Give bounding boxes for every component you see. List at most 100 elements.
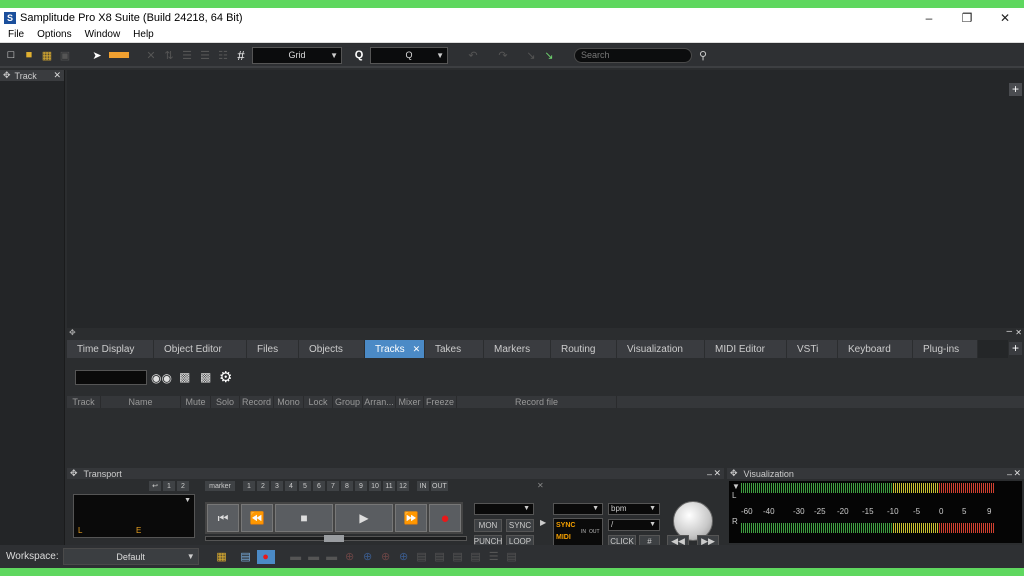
marker-4[interactable]: 4 xyxy=(285,481,297,491)
list-icon[interactable]: ☰ xyxy=(180,48,194,62)
add-track-button[interactable]: + xyxy=(1009,83,1022,96)
col-name[interactable]: Name xyxy=(101,396,181,408)
close-icon[interactable]: ✕ xyxy=(537,481,544,490)
tab-visualization[interactable]: Visualization xyxy=(617,340,704,358)
rewind-button[interactable]: ⏪ xyxy=(241,504,273,532)
undo-group-icon[interactable]: ↩ xyxy=(149,481,161,491)
save-icon[interactable]: ▣ xyxy=(58,48,72,62)
col-track[interactable]: Track xyxy=(67,396,101,408)
tab-plug-ins[interactable]: Plug-ins xyxy=(913,340,977,358)
marker-11[interactable]: 11 xyxy=(383,481,395,491)
track-filter-input[interactable] xyxy=(75,370,147,385)
split-icon[interactable]: ⇅ xyxy=(162,48,176,62)
quantize-icon[interactable]: Q xyxy=(352,48,366,62)
view-tool-1-icon[interactable]: ▬ xyxy=(289,550,303,564)
stop-button[interactable]: ■ xyxy=(275,504,333,532)
gear-icon[interactable]: ⚙ xyxy=(219,368,232,386)
tracks-view-icon[interactable]: ▤ xyxy=(239,550,253,564)
open-folder-icon[interactable]: ■ xyxy=(22,48,36,62)
marker-6[interactable]: 6 xyxy=(313,481,325,491)
search-input[interactable]: Search xyxy=(574,47,692,63)
sync-button[interactable]: SYNC xyxy=(506,519,534,532)
add-tab-button[interactable]: + xyxy=(1009,342,1022,355)
marker-10[interactable]: 10 xyxy=(369,481,381,491)
restore-button[interactable]: ❐ xyxy=(948,8,986,27)
view-tool-3-icon[interactable]: ▬ xyxy=(325,550,339,564)
quantize-dropdown[interactable]: Q ▼ xyxy=(370,46,448,64)
col-lock[interactable]: Lock xyxy=(304,396,333,408)
tab-files[interactable]: Files xyxy=(247,340,298,358)
marker-5[interactable]: 5 xyxy=(299,481,311,491)
view-tool-10-icon[interactable]: ▤ xyxy=(451,550,465,564)
workspace-dropdown[interactable]: Default ▼ xyxy=(62,548,199,565)
lcd-dropdown-icon[interactable]: ▼ xyxy=(184,497,191,504)
tab-vsti[interactable]: VSTi xyxy=(787,340,837,358)
view-tool-11-icon[interactable]: ▤ xyxy=(469,550,483,564)
minimize-panel-icon[interactable]: – xyxy=(707,469,712,479)
tab-time-display[interactable]: Time Display xyxy=(67,340,153,358)
mode-dropdown[interactable]: ▼ xyxy=(474,503,534,515)
track-export-icon[interactable]: ▩ xyxy=(179,370,190,384)
in-button[interactable]: IN xyxy=(417,481,429,491)
tab-markers[interactable]: Markers xyxy=(484,340,550,358)
group-button-2[interactable]: 2 xyxy=(177,481,189,491)
close-icon[interactable]: ✕ xyxy=(1013,468,1021,479)
view-tool-6-icon[interactable]: ⊕ xyxy=(379,550,393,564)
auto-snap-icon[interactable]: ↘ xyxy=(542,48,556,62)
close-icon[interactable]: ✕ xyxy=(713,468,721,479)
col-record[interactable]: Record xyxy=(240,396,274,408)
drag-handle-icon[interactable]: ✥ xyxy=(70,468,78,479)
binoculars-icon[interactable]: ◉◉ xyxy=(151,371,172,385)
menu-window[interactable]: Window xyxy=(77,29,126,40)
snap-icon[interactable]: ↘ xyxy=(524,48,538,62)
align-icon[interactable]: ☰ xyxy=(198,48,212,62)
out-button[interactable]: OUT xyxy=(431,481,448,491)
drag-handle-icon[interactable]: ✥ xyxy=(3,70,11,81)
col-mute[interactable]: Mute xyxy=(181,396,211,408)
minimize-panel-icon[interactable]: – xyxy=(1006,326,1012,337)
track-import-icon[interactable]: ▩ xyxy=(200,370,211,384)
col-record-file[interactable]: Record file xyxy=(457,396,617,408)
marker-1[interactable]: 1 xyxy=(243,481,255,491)
marker-2[interactable]: 2 xyxy=(257,481,269,491)
close-icon[interactable]: ✕ xyxy=(53,70,61,81)
minimize-panel-icon[interactable]: – xyxy=(1007,469,1012,479)
drag-handle-icon[interactable]: ✥ xyxy=(69,328,76,337)
record-button[interactable]: ● xyxy=(429,504,461,532)
view-tool-8-icon[interactable]: ▤ xyxy=(415,550,429,564)
undo-icon[interactable]: ↶ xyxy=(466,48,480,62)
menu-help[interactable]: Help xyxy=(125,29,159,40)
view-tool-12-icon[interactable]: ☰ xyxy=(487,550,501,564)
menu-file[interactable]: File xyxy=(0,29,29,40)
close-button[interactable]: ✕ xyxy=(986,8,1024,27)
col-freeze[interactable]: Freeze xyxy=(424,396,457,408)
marker-8[interactable]: 8 xyxy=(341,481,353,491)
record-view-icon[interactable]: ● xyxy=(256,549,275,564)
marker-button[interactable]: marker xyxy=(205,481,235,491)
tab-tracks[interactable]: Tracks ✕ xyxy=(365,340,424,358)
cut-icon[interactable]: ✕ xyxy=(144,48,158,62)
col-mono[interactable]: Mono xyxy=(274,396,304,408)
col-arrange[interactable]: Arran... xyxy=(363,396,396,408)
col-group[interactable]: Group xyxy=(333,396,363,408)
col-solo[interactable]: Solo xyxy=(211,396,240,408)
grid-dropdown[interactable]: Grid ▼ xyxy=(252,46,342,64)
close-tab-icon[interactable]: ✕ xyxy=(413,344,421,355)
time-display-lcd[interactable]: ▼ L E xyxy=(73,494,195,538)
search-icon[interactable]: ⚲ xyxy=(696,48,710,62)
time-signature-dropdown[interactable]: / ▼ xyxy=(608,519,660,531)
col-mixer[interactable]: Mixer xyxy=(396,396,424,408)
view-tool-9-icon[interactable]: ▤ xyxy=(433,550,447,564)
mon-button[interactable]: MON xyxy=(474,519,502,532)
range-tool-icon[interactable] xyxy=(108,48,130,62)
view-tool-2-icon[interactable]: ▬ xyxy=(307,550,321,564)
tab-midi-editor[interactable]: MIDI Editor xyxy=(705,340,786,358)
play-button[interactable]: ▶ xyxy=(335,504,393,532)
bpm-dropdown[interactable]: bpm ▼ xyxy=(608,503,660,515)
view-tool-5-icon[interactable]: ⊕ xyxy=(361,550,375,564)
marker-9[interactable]: 9 xyxy=(355,481,367,491)
fast-forward-button[interactable]: ⏩ xyxy=(395,504,427,532)
tab-empty[interactable] xyxy=(978,340,1008,358)
marker-7[interactable]: 7 xyxy=(327,481,339,491)
marker-3[interactable]: 3 xyxy=(271,481,283,491)
